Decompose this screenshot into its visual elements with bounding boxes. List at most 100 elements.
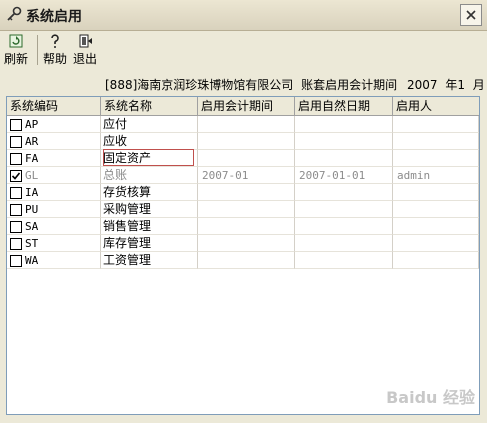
cell-code[interactable]: WA [7, 252, 101, 269]
table-row[interactable]: ST 库存管理 [7, 235, 479, 252]
cell-code[interactable]: IA [7, 184, 101, 201]
table-row[interactable]: AP 应付 [7, 116, 479, 133]
checkbox[interactable] [10, 221, 22, 233]
table-row[interactable]: IA 存货核算 [7, 184, 479, 201]
system-code: AR [25, 135, 39, 148]
cell-start-date[interactable] [295, 184, 393, 201]
system-code: GL [25, 169, 39, 182]
cell-system-name[interactable]: 应付 [101, 116, 198, 133]
cell-code[interactable]: AP [7, 116, 101, 133]
cell-start-period[interactable] [198, 218, 295, 235]
cell-system-name[interactable]: 采购管理 [101, 201, 198, 218]
cell-start-date[interactable] [295, 133, 393, 150]
key-icon [7, 6, 22, 21]
col-header-period[interactable]: 启用会计期间 [198, 97, 295, 115]
cell-enabled-by[interactable]: admin [393, 167, 479, 184]
col-header-code[interactable]: 系统编码 [7, 97, 101, 115]
table-row[interactable]: FA 固定资产 [7, 150, 479, 167]
account-info: [888]海南京润珍珠博物馆有限公司 账套启用会计期间 2007 年1 月 [105, 76, 485, 93]
cell-system-name[interactable]: 库存管理 [101, 235, 198, 252]
cell-enabled-by[interactable] [393, 116, 479, 133]
period-year: 2007 [406, 78, 438, 92]
system-code: AP [25, 118, 39, 131]
checkbox[interactable] [10, 136, 22, 148]
cell-enabled-by[interactable] [393, 252, 479, 269]
cell-code[interactable]: SA [7, 218, 101, 235]
close-button[interactable] [460, 4, 482, 26]
refresh-icon [9, 34, 23, 48]
selected-cell-outline [103, 149, 194, 166]
period-year-unit: 年1 [445, 78, 465, 92]
watermark-text: Baidu 经验 [386, 388, 475, 407]
system-code: ST [25, 237, 39, 250]
col-header-user[interactable]: 启用人 [393, 97, 479, 115]
cell-enabled-by[interactable] [393, 201, 479, 218]
cell-enabled-by[interactable] [393, 218, 479, 235]
cell-start-date[interactable] [295, 252, 393, 269]
cell-system-name[interactable]: 工资管理 [101, 252, 198, 269]
toolbar: 刷新 帮助 退出 [0, 31, 487, 69]
checkbox[interactable] [10, 204, 22, 216]
cell-start-period[interactable] [198, 116, 295, 133]
refresh-button[interactable]: 刷新 [4, 33, 28, 67]
checkbox[interactable] [10, 255, 22, 267]
period-label: 账套启用会计期间 [301, 78, 398, 92]
refresh-label: 刷新 [4, 52, 29, 66]
cell-code[interactable]: FA [7, 150, 101, 167]
cell-start-date[interactable] [295, 235, 393, 252]
cell-start-date[interactable] [295, 150, 393, 167]
table-row[interactable]: WA 工资管理 [7, 252, 479, 269]
cell-start-period[interactable] [198, 133, 295, 150]
window-title: 系统启用 [26, 9, 82, 25]
checkbox[interactable] [10, 153, 22, 165]
help-button[interactable]: 帮助 [43, 33, 67, 67]
table-header: 系统编码 系统名称 启用会计期间 启用自然日期 启用人 [7, 97, 479, 116]
cell-start-date[interactable] [295, 116, 393, 133]
checkbox-checked[interactable] [10, 170, 22, 182]
table-row[interactable]: SA 销售管理 [7, 218, 479, 235]
cell-start-date[interactable] [295, 218, 393, 235]
cell-code[interactable]: PU [7, 201, 101, 218]
cell-system-name[interactable]: 存货核算 [101, 184, 198, 201]
checkbox[interactable] [10, 119, 22, 131]
cell-start-date[interactable] [295, 201, 393, 218]
cell-enabled-by[interactable] [393, 150, 479, 167]
col-header-name[interactable]: 系统名称 [101, 97, 198, 115]
cell-system-name[interactable]: 总账 [101, 167, 198, 184]
help-icon [51, 34, 59, 48]
system-code: PU [25, 203, 39, 216]
cell-enabled-by[interactable] [393, 235, 479, 252]
cell-start-period[interactable]: 2007-01 [198, 167, 295, 184]
cell-start-period[interactable] [198, 201, 295, 218]
cell-start-period[interactable] [198, 235, 295, 252]
cell-enabled-by[interactable] [393, 184, 479, 201]
cell-code[interactable]: GL [7, 167, 101, 184]
system-code: FA [25, 152, 39, 165]
cell-system-name[interactable]: 应收 [101, 133, 198, 150]
col-header-date[interactable]: 启用自然日期 [295, 97, 393, 115]
system-code: SA [25, 220, 39, 233]
table-row[interactable]: GL 总账 2007-01 2007-01-01 admin [7, 167, 479, 184]
checkbox[interactable] [10, 187, 22, 199]
table-row[interactable]: PU 采购管理 [7, 201, 479, 218]
exit-label: 退出 [73, 52, 98, 66]
system-code: WA [25, 254, 39, 267]
cell-start-date[interactable]: 2007-01-01 [295, 167, 393, 184]
table-row[interactable]: AR 应收 [7, 133, 479, 150]
period-month-unit: 月 [472, 78, 485, 92]
exit-button[interactable]: 退出 [73, 33, 97, 67]
cell-system-name[interactable]: 销售管理 [101, 218, 198, 235]
check-icon [11, 172, 21, 180]
cell-start-period[interactable] [198, 184, 295, 201]
checkbox[interactable] [10, 238, 22, 250]
title-bar: 系统启用 [0, 0, 487, 31]
system-table[interactable]: 系统编码 系统名称 启用会计期间 启用自然日期 启用人 AP 应付 AR 应收 FA 固定… [6, 96, 480, 415]
cell-enabled-by[interactable] [393, 133, 479, 150]
help-label: 帮助 [43, 52, 68, 66]
cell-start-period[interactable] [198, 150, 295, 167]
cell-code[interactable]: ST [7, 235, 101, 252]
close-icon [466, 10, 476, 20]
cell-code[interactable]: AR [7, 133, 101, 150]
toolbar-separator [37, 35, 38, 65]
cell-start-period[interactable] [198, 252, 295, 269]
